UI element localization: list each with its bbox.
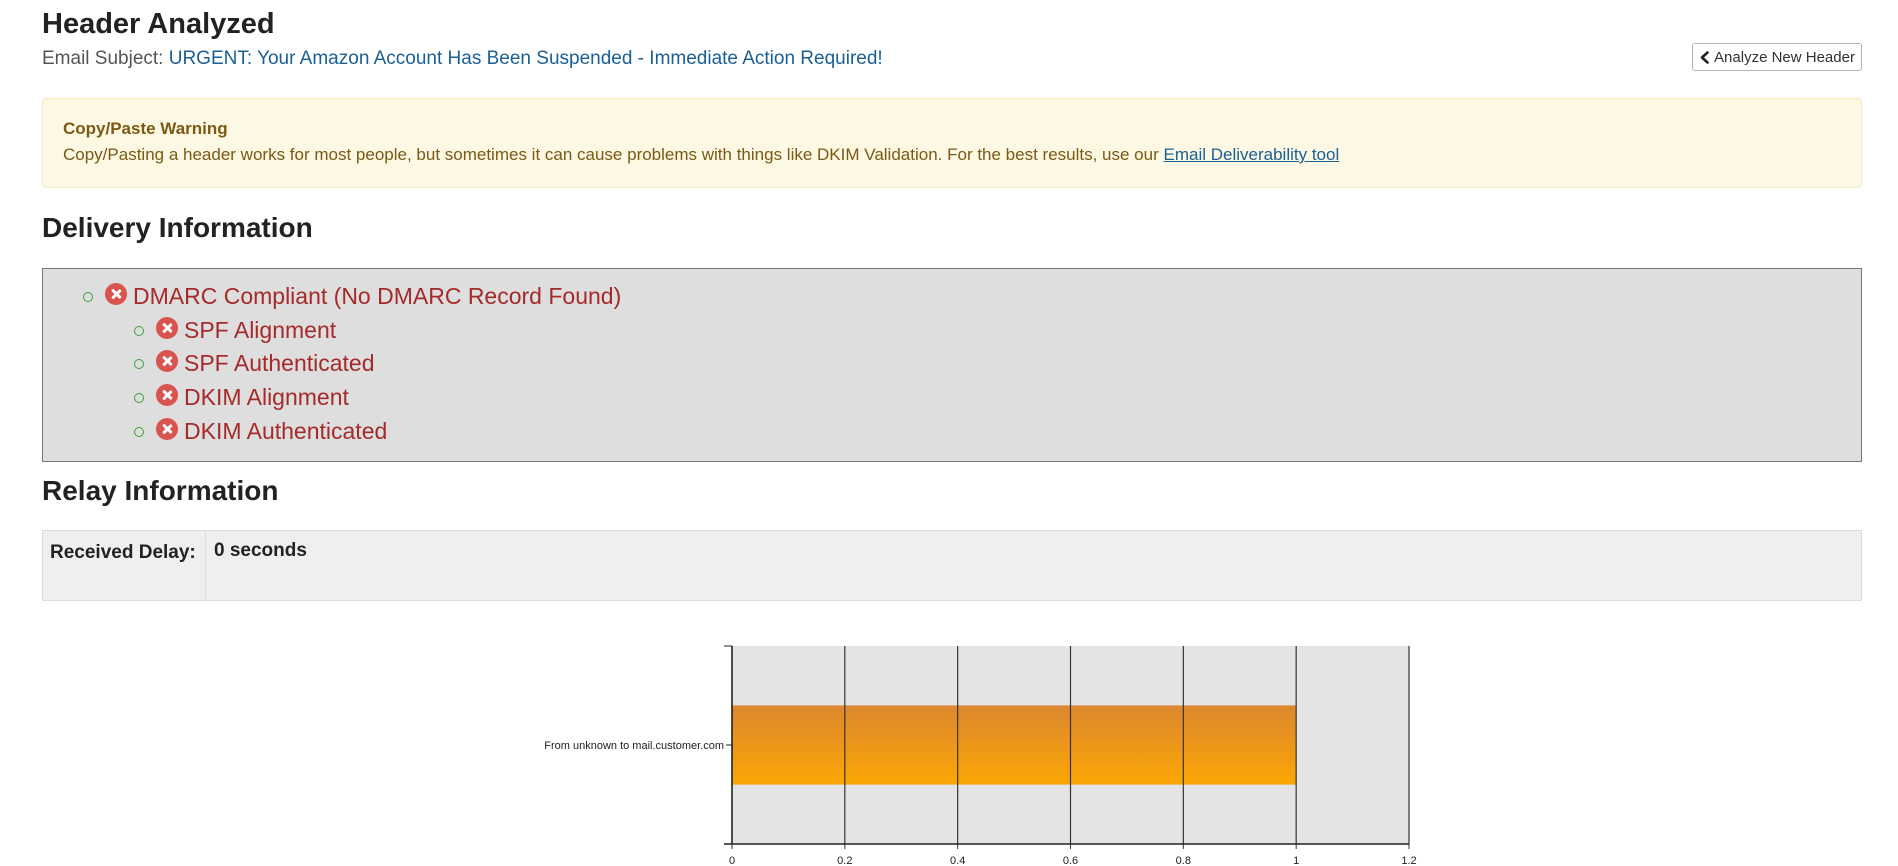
chevron-left-icon bbox=[1700, 50, 1709, 64]
bullet-icon bbox=[83, 291, 93, 302]
bullet-icon bbox=[134, 426, 144, 437]
relay-table: Received Delay: 0 seconds bbox=[42, 530, 1862, 601]
delivery-item-spf-alignment: SPF Alignment bbox=[134, 316, 337, 344]
error-x-icon bbox=[156, 417, 178, 440]
email-subject-value: URGENT: Your Amazon Account Has Been Sus… bbox=[168, 48, 883, 69]
email-subject-label: Email Subject: bbox=[42, 48, 164, 69]
received-delay-label: Received Delay: bbox=[43, 531, 206, 600]
warning-title: Copy/Paste Warning bbox=[63, 119, 228, 138]
delivery-item-label: SPF Authenticated bbox=[184, 350, 375, 376]
delivery-item-label: DMARC Compliant (No DMARC Record Found) bbox=[133, 283, 622, 309]
delivery-panel: DMARC Compliant (No DMARC Record Found) … bbox=[42, 268, 1862, 462]
error-x-icon bbox=[156, 349, 178, 372]
chart-bar bbox=[732, 705, 1297, 785]
analyze-new-header-label: Analyze New Header bbox=[1714, 48, 1855, 66]
email-deliverability-link[interactable]: Email Deliverability tool bbox=[1164, 145, 1340, 164]
chart-x-tick-label: 1 bbox=[1293, 855, 1299, 866]
received-delay-value: 0 seconds bbox=[214, 540, 307, 561]
delivery-item-spf-authenticated: SPF Authenticated bbox=[134, 349, 375, 377]
chart-x-tick-label: 1.2 bbox=[1401, 855, 1416, 866]
warning-body: Copy/Pasting a header works for most peo… bbox=[63, 145, 1159, 164]
delivery-item-label: DKIM Alignment bbox=[184, 384, 349, 410]
chart-x-tick-label: 0.8 bbox=[1176, 855, 1191, 866]
chart-x-tick-label: 0.2 bbox=[837, 855, 852, 866]
bullet-icon bbox=[134, 358, 144, 369]
delivery-heading: Delivery Information bbox=[42, 212, 313, 243]
relay-heading: Relay Information bbox=[42, 475, 279, 506]
delivery-item-label: SPF Alignment bbox=[184, 317, 337, 343]
delivery-item-dkim-authenticated: DKIM Authenticated bbox=[134, 417, 388, 445]
copy-paste-warning: Copy/Paste Warning Copy/Pasting a header… bbox=[42, 98, 1862, 188]
analyze-new-header-button[interactable]: Analyze New Header bbox=[1692, 43, 1862, 71]
email-subject: Email Subject: URGENT: Your Amazon Accou… bbox=[42, 48, 883, 70]
error-x-icon bbox=[105, 282, 127, 305]
chart-x-tick-label: 0.4 bbox=[950, 855, 965, 866]
page-title: Header Analyzed bbox=[42, 8, 275, 40]
chart-y-tick-label: From unknown to mail.customer.com bbox=[544, 740, 724, 752]
relay-chart: 0 0.2 0.4 0.6 0.8 1 1.2 From unknown to mail.cu… bbox=[544, 645, 1417, 866]
bullet-icon bbox=[134, 392, 144, 403]
error-x-icon bbox=[156, 383, 178, 406]
error-x-icon bbox=[156, 316, 178, 339]
delivery-item-label: DKIM Authenticated bbox=[184, 418, 388, 444]
page: Header Analyzed Email Subject: URGENT: Y… bbox=[0, 0, 1898, 866]
delivery-item-dmarc: DMARC Compliant (No DMARC Record Found) bbox=[83, 282, 622, 310]
delivery-item-dkim-alignment: DKIM Alignment bbox=[134, 383, 349, 411]
bullet-icon bbox=[134, 325, 144, 336]
warning-text: Copy/Pasting a header works for most peo… bbox=[63, 145, 1841, 165]
chart-x-tick-label: 0 bbox=[729, 855, 735, 866]
chart-x-tick-label: 0.6 bbox=[1063, 855, 1078, 866]
